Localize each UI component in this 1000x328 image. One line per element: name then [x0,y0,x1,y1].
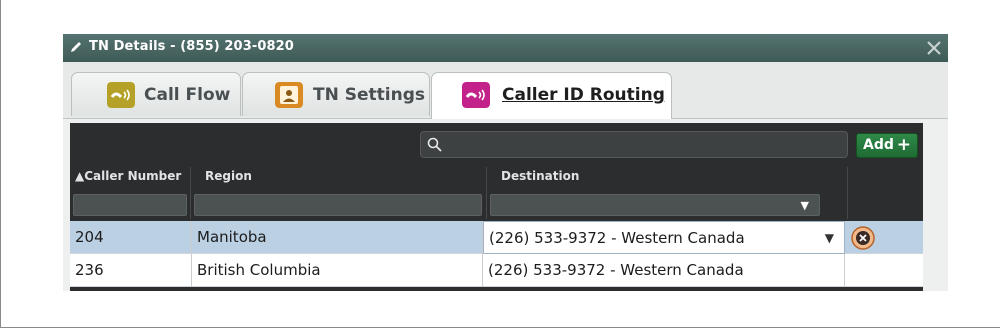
tn-settings-icon [275,82,303,108]
caller-number-filter-input[interactable] [73,194,187,216]
tn-details-dialog: TN Details - (855) 203-0820 Call Flow TN… [63,34,948,291]
row-actions-cell [845,254,923,287]
region-cell: British Columbia [192,254,483,287]
table-row[interactable]: 204 Manitoba (226) 533-9372 - Western Ca… [70,221,923,254]
column-header-region[interactable]: Region [205,169,252,191]
tab-strip: Call Flow TN Settings Caller ID Routing [63,62,948,119]
destination-select-value: (226) 533-9372 - Western Canada [489,229,745,247]
search-input[interactable] [420,131,848,158]
call-flow-icon [107,82,135,108]
caller-number-cell: 204 [70,221,192,254]
tab-caller-id-routing-label: Caller ID Routing [502,85,665,105]
chevron-down-icon: ▼ [800,199,809,212]
dialog-titlebar[interactable]: TN Details - (855) 203-0820 [63,34,948,62]
column-divider[interactable] [847,167,848,219]
table-row[interactable]: 236 British Columbia (226) 533-9372 - We… [70,254,923,287]
pencil-icon [71,42,81,52]
dialog-title: TN Details - (855) 203-0820 [89,39,294,54]
outer-frame-left [0,0,1,328]
tab-tn-settings-label: TN Settings [313,85,425,105]
search-icon [427,137,442,152]
chevron-down-icon: ▼ [824,231,834,245]
caller-id-routing-grid: Add + ▲Caller Number Region Destination … [70,123,923,291]
tab-caller-id-routing[interactable]: Caller ID Routing [431,72,672,119]
region-filter-input[interactable] [194,194,482,216]
add-button-label: Add [863,137,894,153]
caller-id-routing-icon [462,82,490,108]
column-divider[interactable] [486,167,487,219]
caller-number-cell: 236 [70,254,192,287]
destination-cell: (226) 533-9372 - Western Canada [483,254,845,287]
column-divider[interactable] [190,167,191,219]
tab-call-flow-label: Call Flow [144,85,231,105]
plus-icon: + [896,135,911,155]
tab-tn-settings[interactable]: TN Settings [242,72,430,116]
destination-select[interactable]: (226) 533-9372 - Western Canada ▼ [483,221,845,254]
add-button[interactable]: Add + [856,133,918,158]
close-icon[interactable] [923,37,945,59]
column-header-caller-number[interactable]: ▲Caller Number [75,169,181,191]
row-actions-cell [845,221,923,254]
tab-call-flow[interactable]: Call Flow [71,72,241,116]
delete-icon[interactable] [851,226,875,250]
destination-filter-select[interactable]: ▼ [490,194,820,216]
column-header-destination[interactable]: Destination [501,169,579,191]
region-cell: Manitoba [192,221,483,254]
